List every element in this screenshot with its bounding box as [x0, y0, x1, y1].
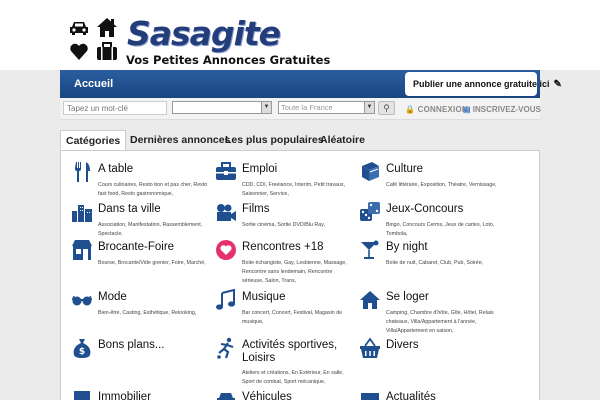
category-subcategories: Association, Manifestation, Rassemblemen…	[98, 222, 203, 237]
svg-text:$: $	[79, 347, 85, 357]
dice-icon	[359, 201, 381, 223]
signup-link[interactable]: ▤ INSCRIVEZ-VOUS	[463, 105, 541, 114]
utensils-icon	[71, 161, 93, 183]
category-subcategories: Bourse, Brocante/Vide grenier, Foire, Ma…	[98, 260, 206, 266]
money-bag-icon: $	[71, 337, 93, 359]
site-header: Sasagite Vos Petites Annonces Gratuites	[0, 0, 600, 70]
glasses-icon	[71, 289, 93, 311]
category-tabs: Catégories Dernières annonces Les plus p…	[60, 130, 540, 151]
login-link[interactable]: 🔒 CONNEXION	[405, 105, 468, 114]
category-title[interactable]: Mode	[98, 291, 213, 304]
sport-icon	[215, 337, 237, 359]
house-logo-icon	[96, 16, 117, 37]
search-icon: ⚲	[383, 103, 390, 113]
search-button[interactable]: ⚲	[378, 101, 395, 115]
publish-ad-label: Publier une annonce gratuite ici	[413, 79, 550, 89]
main-navbar: Accueil Publier une annonce gratuite ici…	[60, 70, 562, 98]
logo-icons	[68, 18, 122, 62]
book-icon	[359, 161, 381, 183]
form-icon: ▤	[463, 105, 471, 114]
category-title[interactable]: Activités sportives, Loisirs	[242, 339, 357, 365]
category-title[interactable]: Véhicules	[242, 391, 357, 400]
keyword-input[interactable]	[63, 101, 167, 115]
search-bar: ▼ Toute la France ▼ ⚲ 🔒 CONNEXION ▤ INSC…	[60, 98, 541, 120]
category-select[interactable]: ▼	[172, 101, 272, 114]
category-subcategories: Sortie cinéma, Sortie DVD/Blu Ray,	[242, 222, 325, 228]
category-title[interactable]: Divers	[386, 339, 501, 352]
category-subcategories: Bien-être, Casting, Esthétique, Relookin…	[98, 310, 197, 316]
category-subcategories: Camping, Chambre d'hôte, Gîte, Hôtel, Re…	[386, 310, 494, 334]
category-title[interactable]: Bons plans...	[98, 339, 213, 352]
tab-most-popular[interactable]: Les plus populaires	[220, 130, 329, 151]
category-subcategories: Cours culinaires, Resto bon et pas cher,…	[98, 182, 208, 197]
suitcase-logo-icon	[96, 42, 117, 62]
basket-icon	[359, 337, 381, 359]
chevron-down-icon: ▼	[261, 102, 271, 113]
signup-label: INSCRIVEZ-VOUS	[472, 105, 541, 114]
tab-categories[interactable]: Catégories	[60, 130, 127, 151]
category-title[interactable]: Jeux-Concours	[386, 203, 501, 216]
category-title[interactable]: Emploi	[242, 163, 357, 176]
category-subcategories: Bingo, Concours Cerms, Jeux de cartes, L…	[386, 222, 495, 237]
location-select[interactable]: Toute la France ▼	[278, 101, 375, 114]
car-logo-icon	[68, 18, 88, 38]
category-title[interactable]: Rencontres +18	[242, 241, 357, 254]
categories-panel: A table Cours culinaires, Resto bon et p…	[60, 150, 540, 400]
film-icon	[215, 201, 237, 223]
category-subcategories: Café littéraire, Exposition, Théatre, Ve…	[386, 182, 497, 188]
category-title[interactable]: Musique	[242, 291, 357, 304]
category-title[interactable]: Culture	[386, 163, 501, 176]
tab-latest-ads[interactable]: Dernières annonces	[125, 130, 235, 151]
music-icon	[215, 288, 237, 311]
cocktail-icon	[359, 239, 381, 261]
category-title[interactable]: Actualités	[386, 391, 501, 400]
login-label: CONNEXION	[417, 105, 468, 114]
newspaper-icon	[359, 389, 381, 400]
category-subcategories: CDD, CDI, Freelance, Interim, Petit trav…	[242, 182, 346, 197]
nav-home-link[interactable]: Accueil	[74, 78, 113, 90]
category-title[interactable]: Immobilier	[98, 391, 213, 400]
category-subcategories: Boite de nuit, Cabaret, Club, Pub, Soiré…	[386, 260, 484, 266]
publish-ad-button[interactable]: Publier une annonce gratuite ici ✎	[405, 72, 562, 96]
city-icon	[71, 201, 93, 223]
site-logo-title[interactable]: Sasagite	[127, 16, 281, 52]
pencil-icon: ✎	[553, 78, 562, 90]
category-subcategories: Bar concert, Concert, Festival, Magasin …	[242, 310, 343, 325]
category-title[interactable]: Brocante-Foire	[98, 241, 213, 254]
category-subcategories: Ateliers et créations, En Extérieur, En …	[242, 370, 344, 385]
house-icon	[359, 289, 381, 311]
building-icon	[71, 389, 93, 400]
chevron-down-icon: ▼	[364, 102, 374, 113]
category-title[interactable]: Se loger	[386, 291, 501, 304]
location-select-value: Toute la France	[281, 103, 333, 112]
category-title[interactable]: By night	[386, 241, 501, 254]
category-title[interactable]: A table	[98, 163, 213, 176]
shop-icon	[71, 239, 93, 261]
heart-icon	[215, 239, 237, 261]
tab-random[interactable]: Aléatoire	[315, 130, 370, 151]
lock-icon: 🔒	[405, 105, 416, 114]
category-title[interactable]: Films	[242, 203, 357, 216]
heart-logo-icon	[69, 42, 89, 62]
car-icon	[215, 389, 237, 400]
site-tagline: Vos Petites Annonces Gratuites	[126, 53, 331, 67]
category-subcategories: Boite échangiste, Gay, Lesbienne, Massag…	[242, 260, 347, 284]
briefcase-icon	[215, 161, 237, 183]
category-title[interactable]: Dans ta ville	[98, 203, 213, 216]
